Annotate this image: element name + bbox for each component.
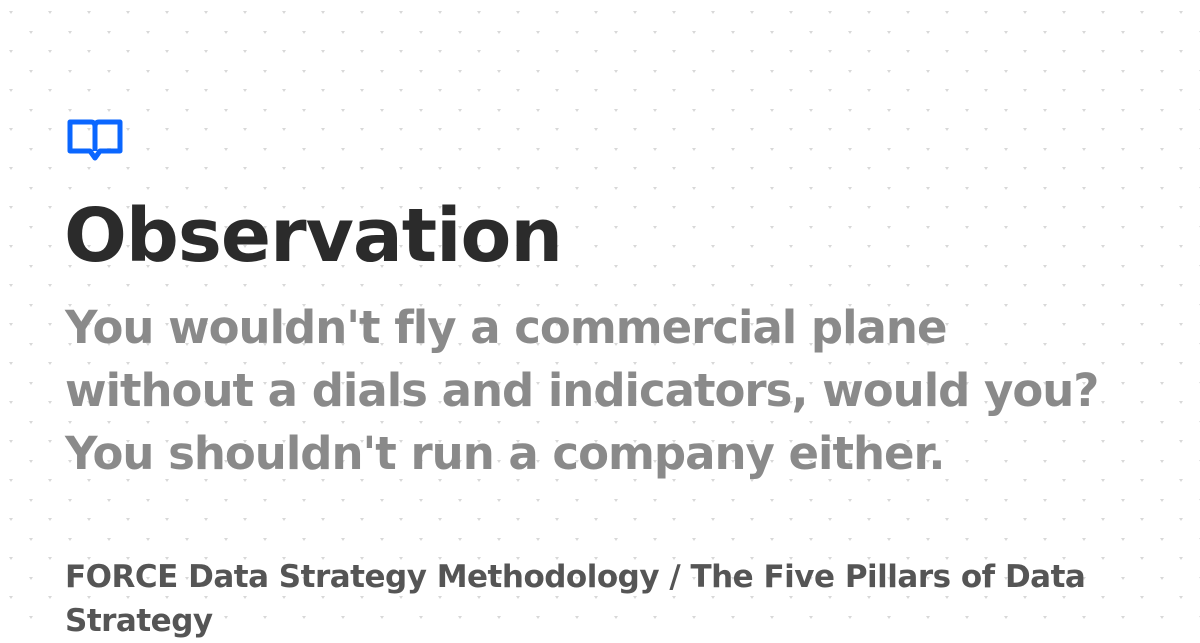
subtitle-line: You shouldn't run a company either. — [65, 427, 945, 480]
subtitle-line: without a dials and indicators, would yo… — [65, 364, 1099, 417]
open-book-icon — [67, 119, 123, 161]
page-title: Observation — [64, 193, 563, 279]
subtitle-line: You wouldn't fly a commercial plane — [65, 301, 947, 354]
page-subtitle: You wouldn't fly a commercial plane with… — [65, 296, 1175, 485]
